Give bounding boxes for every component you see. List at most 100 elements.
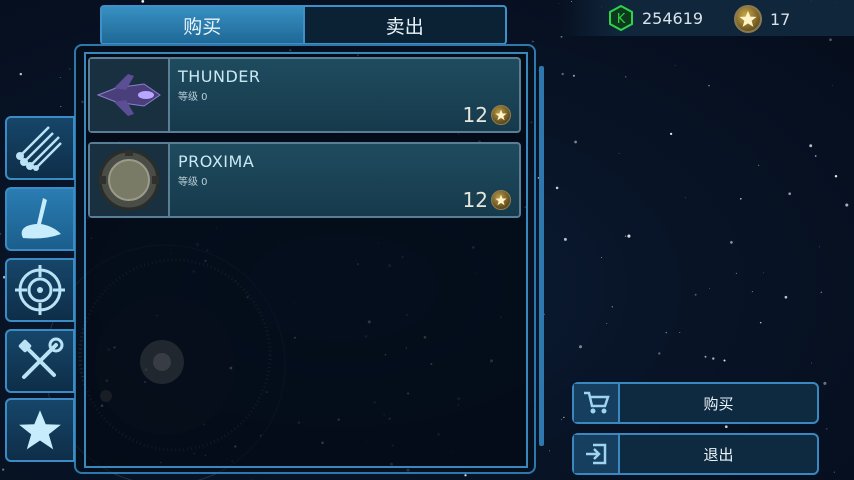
star-dot (684, 197, 686, 199)
star-dot (757, 164, 760, 167)
star-dot (141, 0, 145, 3)
stars-value: 17 (770, 9, 791, 29)
exit-icon (574, 435, 620, 473)
star-dot (759, 321, 762, 324)
star-dot (618, 153, 620, 154)
exit-button[interactable]: 退出 (572, 433, 819, 475)
star-dot (820, 291, 823, 294)
star-dot (625, 76, 627, 78)
star-dot (829, 38, 832, 42)
item-level: 等级 0 (178, 177, 208, 188)
star-dot (740, 198, 742, 200)
star-dot (730, 241, 733, 244)
missiles-icon (16, 126, 62, 171)
credits-display: K 254619 (608, 5, 703, 31)
item-price: 12 (463, 103, 511, 127)
star-dot (679, 331, 681, 333)
star-dot (2, 468, 5, 471)
star-dot (826, 428, 828, 430)
buy-button[interactable]: 购买 (572, 382, 819, 424)
ship-thunder-icon (90, 59, 170, 131)
crosshair-icon (15, 265, 65, 315)
item-name: THUNDER (178, 67, 261, 86)
star-dot (658, 352, 661, 355)
star-dot (69, 68, 71, 70)
star-dot (712, 357, 715, 360)
star-dot (845, 203, 849, 207)
star-dot (763, 272, 765, 274)
star-dot (627, 234, 631, 238)
star-dot (563, 237, 567, 241)
star-dot (464, 474, 467, 477)
star-coin-icon (491, 190, 511, 210)
star-dot (611, 306, 613, 308)
star-dot (784, 295, 788, 299)
star-coin-icon (491, 105, 511, 125)
star-dot (809, 144, 813, 148)
hull-icon (21, 198, 62, 239)
star-dot (572, 74, 575, 77)
star-dot (814, 155, 817, 157)
star-dot (665, 332, 667, 334)
star-dot (624, 235, 627, 237)
stars-display: 17 (734, 5, 790, 33)
credit-hex-icon: K (609, 5, 633, 31)
star-dot (549, 450, 550, 452)
star-dot (735, 272, 738, 275)
star-dot (579, 345, 582, 349)
star-dot (561, 72, 564, 76)
star-dot (59, 77, 61, 78)
buy-button-label: 购买 (703, 394, 734, 413)
cart-icon (574, 384, 620, 422)
star-dot (0, 232, 1, 235)
side-tab-weapons[interactable] (5, 258, 75, 322)
star-dot (574, 140, 577, 144)
star-dot (60, 106, 62, 107)
star-dot (819, 246, 820, 248)
shop-tabs: 购买 卖出 (100, 5, 507, 45)
side-tab-hull[interactable] (5, 187, 75, 251)
star-dot (674, 65, 676, 67)
tab-buy[interactable]: 购买 (102, 7, 303, 43)
star-dot (606, 323, 608, 324)
price-value: 12 (462, 188, 488, 212)
credits-value: 254619 (642, 8, 704, 28)
star-dot (823, 381, 827, 385)
star-dot (19, 72, 23, 76)
module-proxima-icon (90, 144, 170, 216)
star-coin-icon (734, 5, 762, 33)
side-tab-equipment[interactable] (5, 329, 75, 393)
tab-sell[interactable]: 卖出 (302, 7, 506, 43)
side-tab-missiles[interactable] (5, 116, 75, 180)
list-item-proxima[interactable]: PROXIMA 等级 0 12 (88, 142, 521, 218)
star-dot (724, 425, 728, 429)
star-dot (834, 175, 838, 178)
star-dot (532, 40, 534, 43)
star-dot (669, 132, 673, 136)
star-dot (810, 362, 812, 364)
item-price: 12 (463, 188, 511, 212)
star-icon (19, 410, 61, 450)
item-info: PROXIMA 等级 0 12 (170, 144, 519, 216)
item-info: THUNDER 等级 0 12 (170, 59, 519, 131)
svg-text:K: K (617, 12, 626, 27)
list-item-thunder[interactable]: THUNDER 等级 0 12 (88, 57, 521, 133)
side-tab-special[interactable] (5, 398, 75, 462)
item-level: 等级 0 (178, 92, 208, 103)
star-dot (694, 293, 697, 296)
exit-button-label: 退出 (703, 445, 734, 464)
star-dot (563, 416, 565, 418)
star-dot (831, 84, 833, 86)
star-dot (788, 192, 792, 196)
star-dot (709, 288, 710, 289)
star-dot (751, 291, 753, 293)
star-dot (601, 256, 603, 258)
star-dot (708, 84, 710, 87)
resource-bar: K 254619 17 (560, 0, 854, 36)
star-dot (833, 471, 836, 473)
star-dot (723, 359, 726, 362)
star-dot (555, 186, 559, 190)
star-dot (704, 355, 707, 358)
star-dot (560, 35, 563, 38)
star-dot (560, 418, 563, 421)
